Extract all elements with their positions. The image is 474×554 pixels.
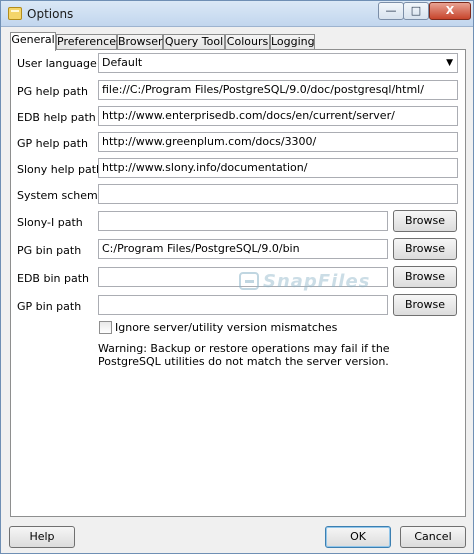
pg-help-path-label: PG help path (17, 85, 88, 98)
snapfiles-logo-icon (239, 272, 259, 290)
watermark-text: SnapFiles (263, 271, 371, 292)
user-language-select[interactable]: Default ▼ (98, 53, 458, 73)
close-button[interactable]: X (429, 2, 471, 20)
gp-bin-path-label: GP bin path (17, 300, 82, 313)
gp-bin-path-input[interactable] (98, 295, 388, 315)
tab-logging[interactable]: Logging (270, 34, 315, 50)
dropdown-arrow-icon[interactable]: ▼ (446, 54, 453, 72)
system-schemas-input[interactable] (98, 184, 458, 204)
title-bar[interactable]: Options — □ X (1, 1, 473, 27)
help-button[interactable]: Help (9, 526, 75, 548)
window-title: Options (27, 7, 74, 21)
cancel-button[interactable]: Cancel (400, 526, 466, 548)
window-folder-icon (8, 7, 22, 20)
ok-button[interactable]: OK (325, 526, 391, 548)
tab-preferences[interactable]: Preferences (56, 34, 122, 50)
slony-path-browse-button[interactable]: Browse (393, 210, 457, 232)
edb-help-path-input[interactable]: http://www.enterprisedb.com/docs/en/curr… (98, 106, 458, 126)
gp-bin-path-browse-button[interactable]: Browse (393, 294, 457, 316)
tab-query-tool[interactable]: Query Tool (163, 34, 225, 50)
options-window: Options — □ X General Preferences Browse… (0, 0, 474, 554)
tab-browser[interactable]: Browser (117, 34, 163, 50)
minimize-button[interactable]: — (378, 2, 404, 20)
edb-bin-path-browse-button[interactable]: Browse (393, 266, 457, 288)
gp-help-path-label: GP help path (17, 137, 88, 150)
system-schemas-label: System schemas (17, 189, 111, 202)
slony-path-input[interactable] (98, 211, 388, 231)
user-language-label: User language (17, 57, 97, 70)
snapfiles-watermark: SnapFiles (239, 271, 389, 292)
slony-help-path-label: Slony help path (17, 163, 104, 176)
pg-bin-path-input[interactable]: C:/Program Files/PostgreSQL/9.0/bin (98, 239, 388, 259)
edb-help-path-label: EDB help path (17, 111, 96, 124)
gp-help-path-input[interactable]: http://www.greenplum.com/docs/3300/ (98, 132, 458, 152)
edb-bin-path-label: EDB bin path (17, 272, 89, 285)
ignore-mismatch-checkbox[interactable] (99, 321, 112, 334)
maximize-button[interactable]: □ (403, 2, 429, 20)
pg-bin-path-browse-button[interactable]: Browse (393, 238, 457, 260)
tab-colours[interactable]: Colours (225, 34, 270, 50)
slony-help-path-input[interactable]: http://www.slony.info/documentation/ (98, 158, 458, 178)
tab-general[interactable]: General (10, 32, 56, 51)
slony-path-label: Slony-I path (17, 216, 83, 229)
pg-bin-path-label: PG bin path (17, 244, 82, 257)
ignore-mismatch-label[interactable]: Ignore server/utility version mismatches (115, 321, 337, 334)
pg-help-path-input[interactable]: file://C:/Program Files/PostgreSQL/9.0/d… (98, 80, 458, 100)
version-warning-text: Warning: Backup or restore operations ma… (98, 342, 390, 368)
user-language-value: Default (102, 56, 143, 69)
